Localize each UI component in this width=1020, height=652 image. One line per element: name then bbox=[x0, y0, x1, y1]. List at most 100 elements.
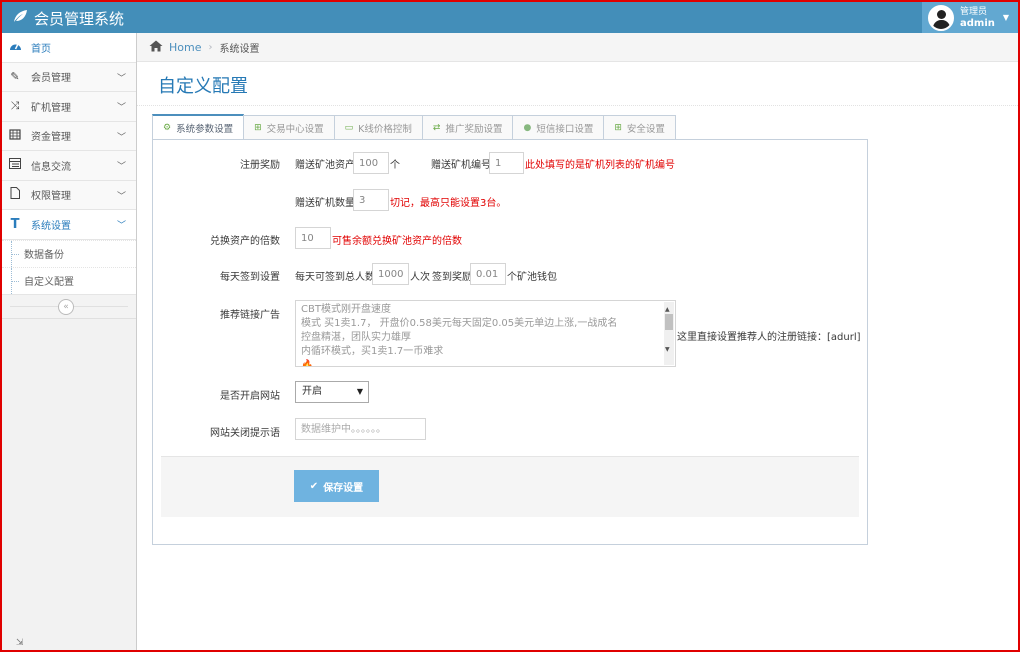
textarea-line: 🔥 bbox=[301, 360, 314, 367]
edit-icon: ✎ bbox=[10, 70, 20, 84]
sidebar-collapse: « bbox=[2, 294, 136, 319]
form-actions bbox=[161, 456, 859, 517]
user-role: 管理员 bbox=[960, 6, 988, 17]
collapse-sidebar-button[interactable]: « bbox=[58, 298, 74, 315]
tab-referral-reward[interactable]: ⇄ 推广奖励设置 bbox=[421, 115, 514, 139]
gift-machine-no-hint: 此处填写的是矿机列表的矿机编号 bbox=[525, 160, 675, 171]
textarea-line: 控盘精湛，团队实力雄厚 bbox=[301, 332, 411, 343]
dashboard-icon bbox=[7, 40, 23, 54]
chevron-down-icon: ﹀ bbox=[116, 162, 126, 172]
chevron-down-icon: ﹀ bbox=[116, 132, 126, 143]
checkin-reward-label: 签到奖励 bbox=[432, 272, 472, 283]
app-title: 会员管理系统 bbox=[34, 9, 125, 28]
sidebar-item-label: 信息交流 bbox=[31, 161, 71, 173]
sidebar-item-label: 矿机管理 bbox=[31, 102, 71, 114]
calendar-icon bbox=[7, 128, 23, 143]
referral-ad-hint: 这里直接设置推荐人的注册链接：[adurl] bbox=[677, 332, 861, 343]
top-navbar: 会员管理系统 管理员 admin ▼ bbox=[2, 2, 1018, 33]
avatar bbox=[928, 4, 954, 31]
sidebar-item-label: 首页 bbox=[31, 43, 51, 55]
breadcrumb-home-link[interactable]: Home bbox=[169, 41, 201, 54]
submenu-item-backup[interactable]: 数据备份 bbox=[2, 239, 136, 267]
page-title: 自定义配置 bbox=[158, 76, 248, 97]
submenu: 数据备份 自定义配置 bbox=[2, 239, 136, 295]
people-unit: 人次 bbox=[410, 272, 430, 283]
sidebar-item-permissions[interactable]: 权限管理 ﹀ bbox=[2, 180, 136, 210]
credit-card-icon: ▭ bbox=[344, 122, 354, 133]
referral-ad-label: 推荐链接广告 bbox=[220, 310, 280, 321]
tab-security[interactable]: ⊞ 安全设置 bbox=[603, 115, 676, 139]
breadcrumb-current: 系统设置 bbox=[219, 43, 260, 55]
plus-square-icon: ⊞ bbox=[254, 122, 262, 133]
user-menu[interactable]: 管理员 admin ▼ bbox=[922, 2, 1018, 33]
textarea-line: 内循环模式，买1卖1.7一币难求 bbox=[301, 346, 444, 357]
select-value: 开启 bbox=[302, 386, 322, 397]
scroll-down-icon[interactable]: ▼ bbox=[665, 343, 670, 357]
page-header: 自定义配置 bbox=[137, 62, 1018, 106]
sidebar-item-label: 权限管理 bbox=[31, 191, 71, 203]
sidebar-item-system-settings[interactable]: T 系统设置 ﹀ bbox=[2, 210, 136, 240]
tab-system-params[interactable]: ⚙ 系统参数设置 bbox=[152, 114, 245, 139]
chevron-down-icon: ﹀ bbox=[116, 73, 126, 84]
tab-label: 系统参数设置 bbox=[176, 123, 234, 135]
referral-ad-textarea[interactable]: CBT模式刚开盘速度 模式 买1卖1.7， 开盘价0.58美元每天固定0.05美… bbox=[295, 300, 676, 367]
site-open-select[interactable]: 开启 ▼ bbox=[295, 381, 369, 403]
gift-asset-input[interactable] bbox=[353, 152, 389, 174]
list-icon bbox=[7, 158, 23, 172]
sidebar-item-label: 会员管理 bbox=[31, 73, 71, 85]
site-closed-msg-input[interactable] bbox=[295, 418, 426, 440]
gift-asset-label: 赠送矿池资产 bbox=[295, 160, 355, 171]
tab-sms-api[interactable]: ● 短信接口设置 bbox=[512, 115, 605, 139]
site-closed-msg-label: 网站关闭提示语 bbox=[210, 428, 280, 439]
gift-asset-unit: 个 bbox=[390, 160, 400, 171]
gift-machine-qty-input[interactable] bbox=[353, 189, 389, 211]
tab-kline-price[interactable]: ▭ K线价格控制 bbox=[333, 115, 423, 139]
sidebar-item-members[interactable]: ✎ 会员管理 ﹀ bbox=[2, 62, 136, 92]
breadcrumb-separator-icon: › bbox=[208, 41, 213, 53]
chevron-down-icon: ﹀ bbox=[116, 103, 126, 113]
user-icon: ● bbox=[523, 122, 532, 133]
exchange-multiple-hint: 可售余额兑换矿池资产的倍数 bbox=[332, 236, 462, 247]
max-people-label: 每天可签到总人数 bbox=[295, 272, 375, 283]
exchange-multiple-input[interactable] bbox=[295, 227, 331, 249]
tab-label: K线价格控制 bbox=[358, 123, 412, 135]
tab-trading-center[interactable]: ⊞ 交易中心设置 bbox=[243, 115, 335, 139]
tab-bar: ⚙ 系统参数设置 ⊞ 交易中心设置 ▭ K线价格控制 ⇄ 推广奖励设置 ● 短信… bbox=[152, 114, 868, 139]
scroll-thumb[interactable] bbox=[665, 314, 673, 330]
submenu-item-label: 自定义配置 bbox=[24, 277, 74, 288]
plus-square-icon: ⊞ bbox=[614, 122, 622, 133]
breadcrumb: Home › 系统设置 bbox=[137, 33, 1018, 62]
max-people-input[interactable] bbox=[372, 263, 409, 285]
sidebar-item-messages[interactable]: 信息交流 ﹀ bbox=[2, 151, 136, 181]
checkin-reward-input[interactable] bbox=[470, 263, 506, 285]
submenu-item-label: 数据备份 bbox=[24, 250, 64, 261]
gift-machine-no-label: 赠送矿机编号 bbox=[431, 160, 491, 171]
sidebar-item-label: 资金管理 bbox=[31, 132, 71, 144]
caret-down-icon: ▼ bbox=[356, 387, 363, 396]
cogs-icon: ⚙ bbox=[163, 122, 172, 133]
tab-label: 推广奖励设置 bbox=[445, 123, 503, 135]
textarea-scrollbar[interactable]: ▲ ▼ bbox=[664, 302, 674, 365]
textarea-line: CBT模式刚开盘速度 bbox=[301, 304, 391, 315]
brand[interactable]: 会员管理系统 bbox=[12, 7, 124, 29]
gift-machine-no-input[interactable] bbox=[489, 152, 524, 174]
sidebar: 首页 ✎ 会员管理 ﹀ ⤨ 矿机管理 ﹀ 资金管理 ﹀ 信息交流 ﹀ 权限管理 … bbox=[2, 33, 137, 650]
file-icon bbox=[7, 187, 23, 202]
save-button-label: 保存设置 bbox=[323, 482, 364, 494]
exchange-multiple-label: 兑换资产的倍数 bbox=[210, 236, 280, 247]
chevron-down-icon: ﹀ bbox=[116, 221, 126, 231]
chevron-down-icon: ﹀ bbox=[116, 191, 126, 202]
save-button[interactable]: ✔ 保存设置 bbox=[294, 470, 379, 502]
sidebar-item-home[interactable]: 首页 bbox=[2, 33, 136, 63]
user-name: admin bbox=[960, 17, 995, 29]
submenu-item-custom-config[interactable]: 自定义配置 bbox=[2, 266, 136, 294]
leaf-icon bbox=[12, 9, 28, 27]
shuffle-icon: ⤨ bbox=[10, 99, 20, 113]
sidebar-item-machines[interactable]: ⤨ 矿机管理 ﹀ bbox=[2, 92, 136, 122]
gift-machine-qty-label: 赠送矿机数量 bbox=[295, 198, 355, 209]
gift-machine-qty-hint: 切记，最高只能设置3台。 bbox=[390, 198, 507, 209]
sidebar-item-funds[interactable]: 资金管理 ﹀ bbox=[2, 121, 136, 151]
sidebar-item-label: 系统设置 bbox=[31, 220, 71, 232]
daily-checkin-label: 每天签到设置 bbox=[220, 272, 280, 283]
expand-icon[interactable]: ⇲ bbox=[16, 638, 24, 648]
